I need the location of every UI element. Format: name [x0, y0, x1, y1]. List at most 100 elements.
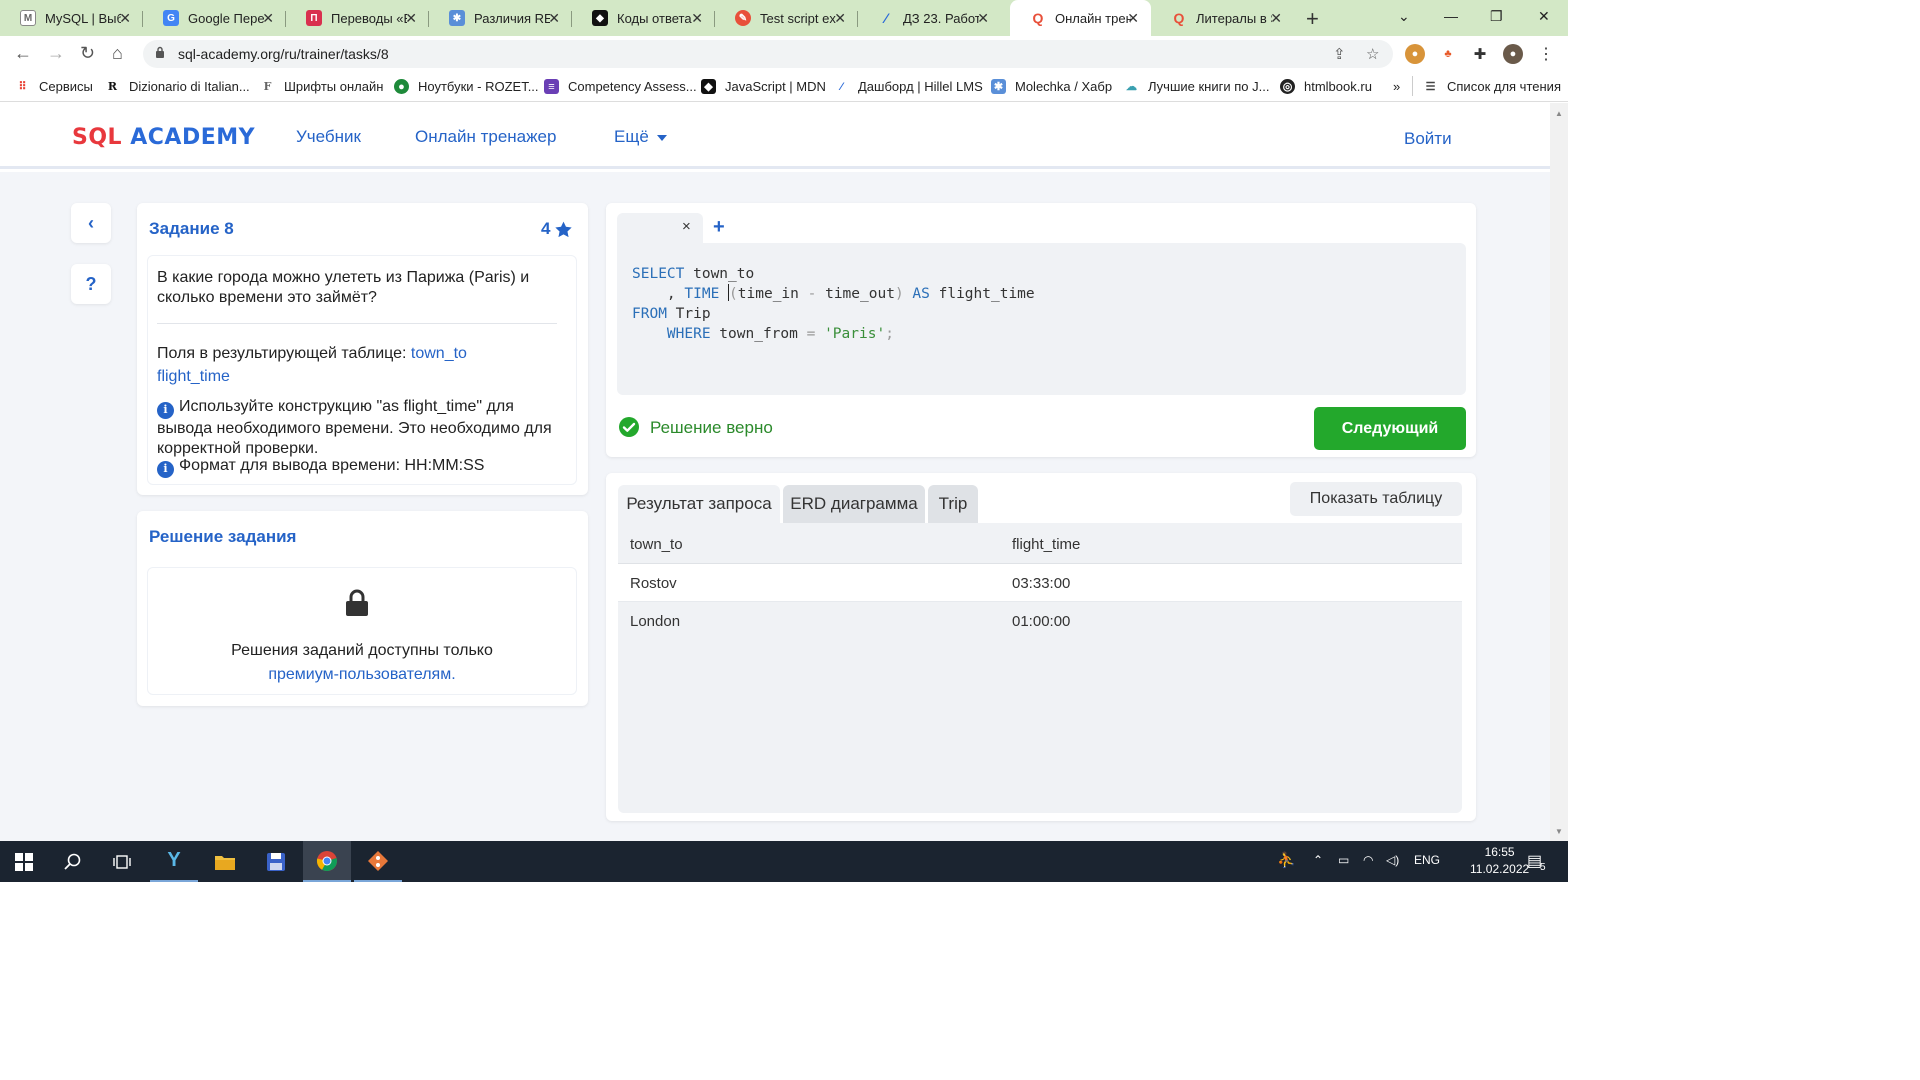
- nav-trainer[interactable]: Онлайн тренажер: [415, 127, 556, 147]
- close-icon[interactable]: ✕: [1270, 10, 1282, 27]
- nav-more[interactable]: Ещё: [614, 127, 667, 147]
- menu-kebab-icon[interactable]: ⋮: [1536, 44, 1556, 64]
- reading-list-label: Список для чтения: [1447, 79, 1561, 94]
- field-town-to[interactable]: town_to: [411, 345, 467, 362]
- forward-arrow-icon[interactable]: →: [47, 43, 65, 64]
- close-icon[interactable]: ✕: [262, 10, 274, 27]
- search-button[interactable]: [49, 841, 97, 882]
- add-tab-icon[interactable]: +: [713, 216, 725, 239]
- close-icon[interactable]: ✕: [834, 10, 846, 27]
- close-icon[interactable]: ✕: [405, 10, 417, 27]
- close-icon[interactable]: ✕: [691, 10, 703, 27]
- battery-icon[interactable]: ▭: [1338, 853, 1349, 867]
- language-indicator[interactable]: ENG: [1414, 853, 1440, 867]
- clock-date: 11.02.2022: [1470, 862, 1530, 876]
- puzzle-extensions-icon[interactable]: ✚: [1470, 44, 1490, 64]
- premium-link[interactable]: премиум-пользователям.: [268, 666, 455, 683]
- taskbar-app-git[interactable]: [354, 841, 402, 882]
- bookmark-item[interactable]: F Шрифты онлайн: [260, 79, 384, 94]
- sql-code[interactable]: SELECT town_to , TIME (time_in - time_ou…: [632, 264, 1035, 344]
- maximize-icon[interactable]: ❐: [1490, 8, 1503, 25]
- tab-search-chevron-icon[interactable]: ⌄: [1398, 8, 1410, 25]
- browser-tab-active[interactable]: Q Онлайн трена ✕: [1010, 0, 1151, 36]
- solution-title: Решение задания: [149, 527, 297, 546]
- bookmark-item[interactable]: R Dizionario di Italian...: [105, 79, 250, 94]
- solution-text: Решения заданий доступны только: [231, 642, 493, 659]
- close-icon[interactable]: ✕: [548, 10, 560, 27]
- bookmark-item[interactable]: ⠿ Сервисы: [15, 79, 92, 94]
- rozetka-icon: ●: [394, 79, 409, 94]
- clock[interactable]: 16:55 11.02.2022: [1470, 844, 1529, 878]
- reading-list-icon: ☰: [1425, 81, 1436, 93]
- reload-icon[interactable]: ↻: [80, 43, 95, 64]
- extension-icon[interactable]: ♣: [1438, 44, 1458, 64]
- chevron-left-icon: ‹: [88, 212, 94, 233]
- chevron-up-icon[interactable]: ⌃: [1313, 853, 1323, 867]
- bookmark-item[interactable]: ✱ Molechka / Хабр: [991, 79, 1112, 94]
- taskbar-app-save[interactable]: [252, 841, 300, 882]
- close-icon[interactable]: ✕: [1127, 10, 1139, 27]
- wifi-icon[interactable]: ◠: [1363, 853, 1373, 867]
- bookmark-item[interactable]: ⁄ Дашборд | Hillel LMS: [834, 79, 983, 94]
- taskbar-app-yandex[interactable]: Y: [150, 841, 198, 882]
- browser-tab[interactable]: M MySQL | Выбо ✕: [0, 4, 143, 32]
- page-scrollbar[interactable]: ▲ ▼: [1550, 103, 1568, 841]
- new-tab-icon[interactable]: +: [1306, 6, 1319, 32]
- tab-query-result[interactable]: Результат запроса: [618, 485, 780, 523]
- tab-erd-diagram[interactable]: ERD диаграмма: [783, 485, 925, 523]
- check-circle-icon: [619, 417, 639, 437]
- start-button[interactable]: [0, 841, 48, 882]
- volume-icon[interactable]: ◁): [1386, 853, 1399, 867]
- browser-tab[interactable]: ◆ Коды ответа H ✕: [572, 4, 715, 32]
- address-bar[interactable]: sql-academy.org/ru/trainer/tasks/8 ⇪ ☆: [143, 40, 1393, 68]
- browser-tab[interactable]: ✎ Test script exa ✕: [715, 4, 858, 32]
- back-arrow-icon[interactable]: ←: [14, 43, 32, 64]
- column-header: flight_time: [1012, 536, 1081, 553]
- close-tab-icon[interactable]: ×: [682, 218, 691, 235]
- site-logo[interactable]: SQL ACADEMY: [72, 125, 255, 150]
- bookmarks-more-button[interactable]: »: [1393, 79, 1400, 94]
- minimize-icon[interactable]: —: [1444, 8, 1458, 24]
- apps-grid-icon: ⠿: [18, 81, 27, 93]
- browser-tab[interactable]: G Google Перев ✕: [143, 4, 286, 32]
- next-button[interactable]: Следующий: [1314, 407, 1466, 450]
- back-button[interactable]: ‹: [71, 203, 111, 243]
- bookmark-item[interactable]: ◆ JavaScript | MDN: [701, 79, 826, 94]
- show-table-button[interactable]: Показать таблицу: [1290, 482, 1462, 516]
- taskbar-app-chrome[interactable]: [303, 841, 351, 882]
- git-icon: [368, 850, 388, 871]
- bookmark-item[interactable]: ◎ htmlbook.ru: [1280, 79, 1372, 94]
- task-view-icon: [113, 854, 131, 869]
- close-icon[interactable]: ✕: [977, 10, 989, 27]
- login-link[interactable]: Войти: [1404, 129, 1452, 149]
- task-view-button[interactable]: [98, 841, 146, 882]
- windows-taskbar: Y ⛹ ⌃ ▭ ◠ ◁) ENG 16:55 11.02.2022 ▤ 5: [0, 841, 1568, 882]
- browser-tab[interactable]: ⁄ ДЗ 23. Работа ✕: [858, 4, 1001, 32]
- field-flight-time[interactable]: flight_time: [157, 368, 230, 385]
- close-icon[interactable]: ✕: [119, 10, 131, 27]
- fields-label: Поля в результирующей таблице:: [157, 345, 407, 362]
- bookmark-item[interactable]: ≡ Competency Assess...: [544, 79, 697, 94]
- browser-tab[interactable]: ✱ Различия RES ✕: [429, 4, 572, 32]
- browser-tab[interactable]: П Переводы «E ✕: [286, 4, 429, 32]
- tab-label: MySQL | Выбо: [45, 10, 121, 26]
- cookie-extension-icon[interactable]: ●: [1405, 44, 1425, 64]
- bookmark-label: Molechka / Хабр: [1015, 79, 1113, 94]
- tab-trip[interactable]: Trip: [928, 485, 978, 523]
- home-icon[interactable]: ⌂: [112, 43, 123, 64]
- people-icon[interactable]: ⛹: [1277, 851, 1296, 869]
- window-close-icon[interactable]: ✕: [1538, 8, 1550, 25]
- hint-text: Используйте конструкцию "as flight_time"…: [157, 398, 552, 457]
- bookmark-item[interactable]: ☁ Лучшие книги по J...: [1124, 79, 1269, 94]
- bookmark-star-icon[interactable]: ☆: [1366, 45, 1379, 63]
- browser-tab[interactable]: Q Литералы в S ✕: [1151, 4, 1294, 32]
- taskbar-app-explorer[interactable]: [201, 841, 249, 882]
- bookmark-item[interactable]: ● Ноутбуки - ROZET...: [394, 79, 539, 94]
- reading-list-button[interactable]: ☰ Список для чтения: [1423, 79, 1561, 94]
- profile-avatar[interactable]: ●: [1503, 44, 1523, 64]
- scroll-up-icon[interactable]: ▲: [1555, 109, 1563, 118]
- nav-textbook[interactable]: Учебник: [296, 127, 361, 147]
- scroll-down-icon[interactable]: ▼: [1555, 827, 1563, 836]
- help-button[interactable]: ?: [71, 264, 111, 304]
- share-icon[interactable]: ⇪: [1333, 45, 1346, 63]
